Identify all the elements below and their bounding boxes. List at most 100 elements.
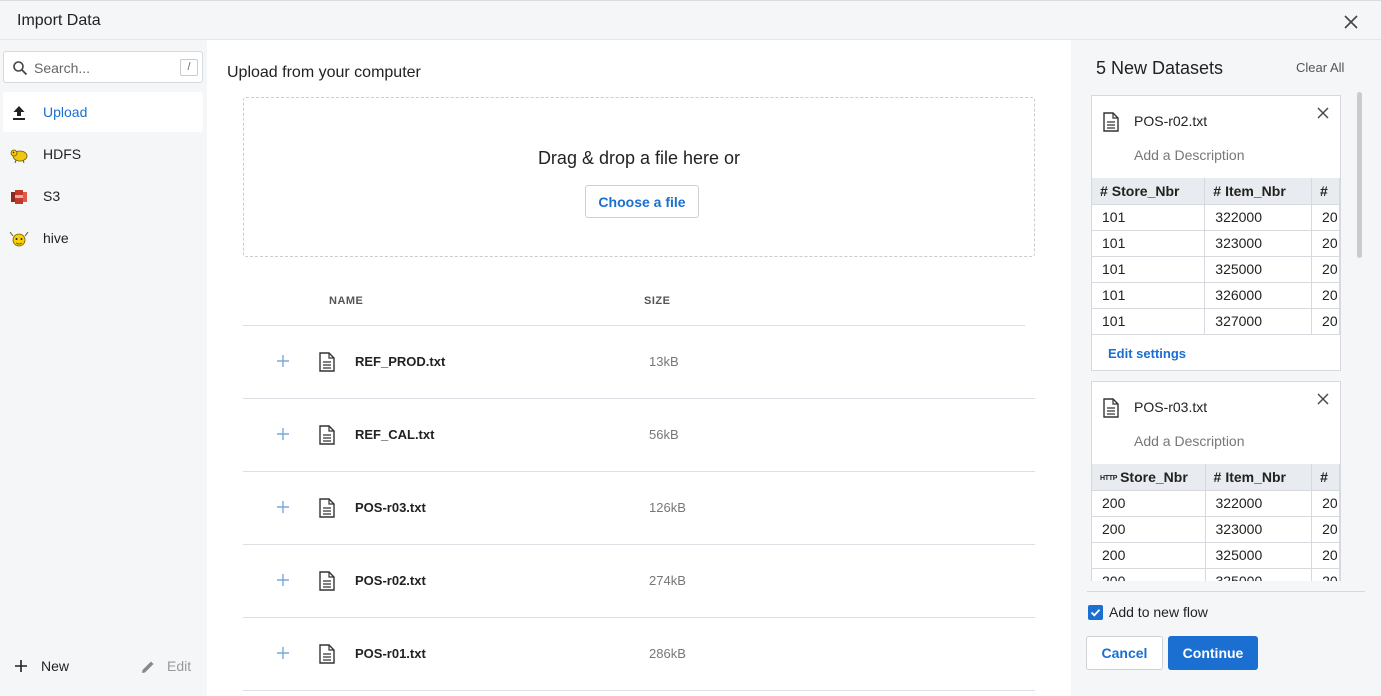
column-header-size: SIZE: [644, 295, 671, 307]
file-dropzone[interactable]: Drag & drop a file here or Choose a file: [243, 97, 1035, 257]
number-type-icon: #: [1320, 182, 1328, 199]
file-row[interactable]: REF_PROD.txt 13kB: [243, 326, 1035, 399]
sidebar-item-hdfs[interactable]: HDFS: [3, 134, 203, 174]
number-type-icon: #: [1100, 182, 1108, 199]
table-cell: 20: [1311, 282, 1340, 309]
upload-icon: [13, 106, 25, 120]
column-header: # Store_Nbr: [1092, 178, 1206, 205]
file-table: NAME SIZE REF_PROD.txt 13kB REF_CAL.txt 56k…: [243, 285, 1035, 691]
datasets-title: 5 New Datasets: [1096, 58, 1224, 78]
file-icon: [319, 425, 335, 445]
file-name: POS-r03.txt: [355, 500, 426, 515]
search-input[interactable]: [34, 58, 174, 78]
add-file-icon[interactable]: [276, 354, 290, 368]
column-header: #: [1311, 464, 1340, 491]
file-size: 56kB: [649, 427, 679, 442]
continue-button[interactable]: Continue: [1168, 636, 1258, 670]
table-cell: 200: [1092, 568, 1206, 581]
choose-file-button[interactable]: Choose a file: [585, 185, 699, 218]
datasets-panel: 5 New Datasets Clear All POS-r02.txt Add…: [1071, 40, 1381, 696]
column-header: HTTP Store_Nbr: [1092, 464, 1206, 491]
cancel-button[interactable]: Cancel: [1086, 636, 1163, 670]
search-box[interactable]: /: [3, 51, 203, 83]
file-row[interactable]: REF_CAL.txt 56kB: [243, 399, 1035, 472]
file-size: 286kB: [649, 646, 686, 661]
table-cell: 20: [1311, 230, 1340, 257]
add-file-icon[interactable]: [276, 646, 290, 660]
file-icon: [319, 644, 335, 664]
plus-icon: [15, 660, 27, 672]
column-header: # Item_Nbr: [1205, 464, 1313, 491]
sidebar-item-s3[interactable]: S3: [3, 176, 203, 216]
checkbox-checked-icon[interactable]: [1088, 605, 1103, 620]
table-cell: 325000: [1205, 568, 1313, 581]
upload-heading: Upload from your computer: [227, 64, 421, 81]
remove-dataset-icon[interactable]: [1316, 392, 1330, 406]
table-cell: 323000: [1205, 516, 1313, 543]
file-name: POS-r02.txt: [355, 573, 426, 588]
table-header-row: # Store_Nbr # Item_Nbr #: [1092, 178, 1340, 205]
dataset-card: POS-r03.txt Add a Description HTTP Store_…: [1091, 381, 1341, 581]
sidebar-item-upload[interactable]: Upload: [3, 92, 203, 132]
table-row: 200 322000 20: [1092, 490, 1340, 517]
dataset-preview-table: # Store_Nbr # Item_Nbr # 101 322000 20 101 323…: [1092, 178, 1340, 335]
table-header-row: HTTP Store_Nbr # Item_Nbr #: [1092, 464, 1340, 491]
add-file-icon[interactable]: [276, 427, 290, 441]
dataset-preview-table: HTTP Store_Nbr # Item_Nbr # 200 322000 20 200…: [1092, 464, 1340, 581]
file-name: REF_CAL.txt: [355, 427, 435, 442]
file-row[interactable]: POS-r03.txt 126kB: [243, 472, 1035, 545]
table-cell: 326000: [1204, 282, 1313, 309]
table-cell: 101: [1092, 308, 1206, 335]
number-type-icon: #: [1320, 468, 1328, 485]
table-row: 200 325000 20: [1092, 542, 1340, 569]
sidebar-footer: New Edit: [0, 652, 207, 686]
pencil-icon: [142, 661, 154, 673]
table-cell: 200: [1092, 542, 1206, 569]
column-header: # Item_Nbr: [1204, 178, 1313, 205]
sidebar-item-label: Upload: [43, 104, 88, 120]
table-cell: 200: [1092, 516, 1206, 543]
dropzone-text: Drag & drop a file here or: [537, 148, 741, 168]
table-cell: 20: [1311, 256, 1340, 283]
file-table-header: NAME SIZE: [243, 285, 1025, 326]
search-shortcut-hint: /: [180, 59, 198, 76]
table-cell: 327000: [1204, 308, 1313, 335]
add-file-icon[interactable]: [276, 500, 290, 514]
column-header-name: NAME: [329, 295, 364, 307]
file-size: 13kB: [649, 354, 679, 369]
file-name: POS-r01.txt: [355, 646, 426, 661]
table-row: 101 325000 20: [1092, 256, 1340, 283]
table-cell: 20: [1311, 568, 1340, 581]
datasets-list[interactable]: POS-r02.txt Add a Description # Store_Nbr…: [1091, 95, 1343, 581]
new-label: New: [41, 658, 70, 674]
sidebar-item-label: HDFS: [43, 146, 82, 162]
table-row: 200 323000 20: [1092, 516, 1340, 543]
file-row[interactable]: POS-r02.txt 274kB: [243, 545, 1035, 618]
main-content: Upload from your computer Drag & drop a …: [207, 40, 1071, 696]
divider: [1087, 591, 1365, 592]
table-cell: 20: [1311, 204, 1340, 231]
close-icon[interactable]: [1341, 12, 1361, 32]
file-size: 274kB: [649, 573, 686, 588]
datasets-scrollbar[interactable]: [1357, 92, 1362, 258]
edit-settings-link[interactable]: Edit settings: [1108, 346, 1186, 361]
file-row[interactable]: POS-r01.txt 286kB: [243, 618, 1035, 691]
file-icon: [1103, 112, 1119, 132]
add-file-icon[interactable]: [276, 573, 290, 587]
window-title: Import Data: [17, 12, 101, 29]
clear-all-button[interactable]: Clear All: [1296, 60, 1344, 75]
add-description-field[interactable]: Add a Description: [1134, 433, 1245, 449]
table-cell: 322000: [1204, 204, 1313, 231]
number-type-icon: #: [1213, 468, 1222, 485]
remove-dataset-icon[interactable]: [1316, 106, 1330, 120]
file-size: 126kB: [649, 500, 686, 515]
table-row: 200 325000 20: [1092, 568, 1340, 581]
table-cell: 322000: [1205, 490, 1313, 517]
table-row: 101 326000 20: [1092, 282, 1340, 309]
sidebar-item-hive[interactable]: hive: [3, 218, 203, 258]
s3-icon: [11, 190, 27, 204]
add-description-field[interactable]: Add a Description: [1134, 147, 1245, 163]
edit-label: Edit: [167, 658, 192, 674]
table-cell: 200: [1092, 490, 1206, 517]
file-icon: [319, 352, 335, 372]
